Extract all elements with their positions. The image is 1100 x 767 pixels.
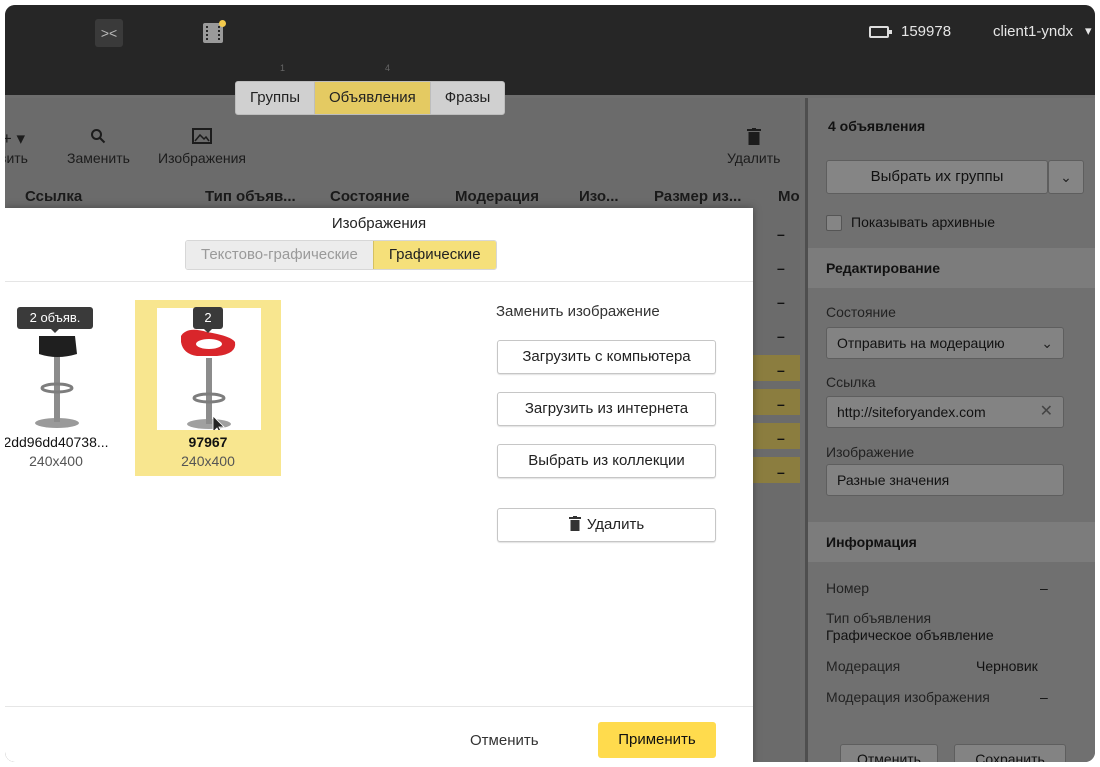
column-mo[interactable]: Мо bbox=[778, 188, 800, 205]
image-card[interactable]: 2 объяв. 2dd96dd40738... 240x400 bbox=[5, 300, 129, 476]
selection-title: 4 объявления bbox=[828, 118, 926, 134]
column-image[interactable]: Изо... bbox=[579, 188, 619, 205]
state-select[interactable]: Отправить на модерацию ⌄ bbox=[826, 327, 1064, 359]
user-login[interactable]: client1-yndx bbox=[993, 23, 1073, 40]
image-type-switch: Текстово-графические Графические bbox=[185, 240, 497, 270]
dialog-apply-button[interactable]: Применить bbox=[598, 722, 716, 758]
info-section-title: Информация bbox=[826, 534, 917, 550]
state-value: Отправить на модерацию bbox=[837, 335, 1005, 351]
delete-label: Удалить bbox=[727, 150, 781, 166]
image-moderation-value: – bbox=[1040, 689, 1048, 705]
tab-graphic[interactable]: Графические bbox=[372, 241, 496, 269]
show-archived-checkbox[interactable] bbox=[826, 215, 842, 231]
state-label: Состояние bbox=[826, 304, 896, 320]
wallet-icon bbox=[869, 26, 892, 38]
plus-icon: + ▾ bbox=[5, 129, 26, 148]
column-link[interactable]: Ссылка bbox=[25, 188, 82, 205]
column-moderation[interactable]: Модерация bbox=[455, 188, 539, 205]
column-image-size[interactable]: Размер из... bbox=[654, 188, 741, 205]
number-value: – bbox=[1040, 580, 1048, 596]
tab-ads[interactable]: Объявления bbox=[314, 82, 431, 114]
table-cell: – bbox=[777, 396, 785, 412]
image-name: 2dd96dd40738... bbox=[5, 434, 109, 450]
ad-type-label: Тип объявления bbox=[826, 610, 932, 626]
column-ad-type[interactable]: Тип объяв... bbox=[205, 188, 296, 205]
info-section-header: Информация bbox=[808, 522, 1095, 562]
divider bbox=[5, 706, 753, 707]
upload-from-computer-button[interactable]: Загрузить с компьютера bbox=[497, 340, 716, 374]
images-button[interactable]: Изображения bbox=[158, 128, 246, 166]
tab-phrases[interactable]: Фразы bbox=[431, 82, 505, 114]
add-button[interactable]: + ▾ вить bbox=[5, 128, 28, 166]
select-groups-button[interactable]: Выбрать их группы bbox=[826, 160, 1048, 194]
images-dialog: Изображения Текстово-графические Графиче… bbox=[5, 208, 753, 762]
delete-button[interactable]: Удалить bbox=[727, 128, 780, 166]
divider bbox=[5, 281, 753, 282]
dialog-cancel-button[interactable]: Отменить bbox=[470, 732, 539, 749]
dialog-title: Изображения bbox=[331, 215, 427, 232]
image-field[interactable]: Разные значения bbox=[826, 464, 1064, 496]
trash-icon bbox=[568, 511, 581, 543]
column-state[interactable]: Состояние bbox=[330, 188, 410, 205]
moderation-label: Модерация bbox=[826, 658, 901, 674]
table-header: Ссылка Тип объяв... Состояние Модерация … bbox=[5, 182, 800, 208]
chevron-down-icon[interactable]: ▾ bbox=[1085, 23, 1092, 39]
search-icon bbox=[67, 128, 130, 150]
table-cell: – bbox=[777, 260, 785, 276]
table-cell: – bbox=[777, 430, 785, 446]
image-name: 97967 bbox=[188, 434, 228, 450]
collapse-icon[interactable]: >< bbox=[95, 19, 123, 47]
image-size: 240x400 bbox=[29, 453, 83, 469]
image-icon bbox=[158, 128, 246, 150]
add-label: вить bbox=[5, 150, 28, 166]
show-archived-label[interactable]: Показывать архивные bbox=[851, 214, 995, 230]
sidebar-save-button[interactable]: Сохранить bbox=[954, 744, 1066, 762]
app-window: >< 159978 client1-yndx ▾ 1 4 Группы Объя… bbox=[5, 5, 1095, 762]
table-cell: – bbox=[777, 294, 785, 310]
table-cell: – bbox=[777, 328, 785, 344]
images-label: Изображения bbox=[158, 150, 246, 166]
table-cell: – bbox=[777, 464, 785, 480]
trash-icon bbox=[727, 128, 780, 150]
moderation-value: Черновик bbox=[976, 658, 1038, 674]
replace-label: Заменить bbox=[67, 150, 130, 166]
choose-from-collection-button[interactable]: Выбрать из коллекции bbox=[497, 444, 716, 478]
chevron-down-icon: ⌄ bbox=[1041, 335, 1053, 351]
edit-section-title: Редактирование bbox=[826, 260, 941, 276]
number-label: Номер bbox=[826, 580, 870, 596]
link-label: Ссылка bbox=[826, 374, 876, 390]
balance[interactable]: 159978 bbox=[901, 23, 951, 40]
image-size: 240x400 bbox=[181, 453, 235, 469]
replace-image-title: Заменить изображение bbox=[496, 303, 660, 320]
clear-icon[interactable]: ✕ bbox=[1040, 397, 1053, 427]
link-input[interactable]: http://siteforyandex.com ✕ bbox=[826, 396, 1064, 428]
right-sidebar: 4 объявления Выбрать их группы ⌄ Показыв… bbox=[805, 98, 1095, 762]
top-bar: >< 159978 client1-yndx ▾ 1 4 bbox=[5, 5, 1095, 95]
step-number: 4 bbox=[385, 63, 391, 73]
sidebar-cancel-button[interactable]: Отменить bbox=[840, 744, 938, 762]
media-icon[interactable] bbox=[203, 20, 226, 43]
upload-from-internet-button[interactable]: Загрузить из интернета bbox=[497, 392, 716, 426]
replace-button[interactable]: Заменить bbox=[67, 128, 130, 166]
image-label: Изображение bbox=[826, 444, 915, 460]
edit-section-header: Редактирование bbox=[808, 248, 1095, 288]
table-cell: – bbox=[777, 362, 785, 378]
image-card-selected[interactable]: 2 97967 240x400 bbox=[135, 300, 281, 476]
tab-groups[interactable]: Группы bbox=[236, 82, 315, 114]
notification-dot bbox=[219, 20, 226, 27]
view-tabs: Группы Объявления Фразы bbox=[235, 81, 506, 115]
usage-badge: 2 объяв. bbox=[17, 307, 93, 333]
usage-badge: 2 bbox=[193, 307, 223, 333]
image-moderation-label: Модерация изображения bbox=[826, 689, 990, 705]
delete-image-button[interactable]: Удалить bbox=[497, 508, 716, 542]
link-value: http://siteforyandex.com bbox=[837, 404, 986, 420]
delete-label: Удалить bbox=[586, 516, 645, 533]
table-cell: – bbox=[777, 226, 785, 242]
ad-type-value: Графическое объявление bbox=[826, 627, 994, 643]
chevron-down-icon[interactable]: ⌄ bbox=[1048, 160, 1084, 194]
tab-text-graphic[interactable]: Текстово-графические bbox=[186, 241, 373, 269]
step-number: 1 bbox=[280, 63, 286, 73]
